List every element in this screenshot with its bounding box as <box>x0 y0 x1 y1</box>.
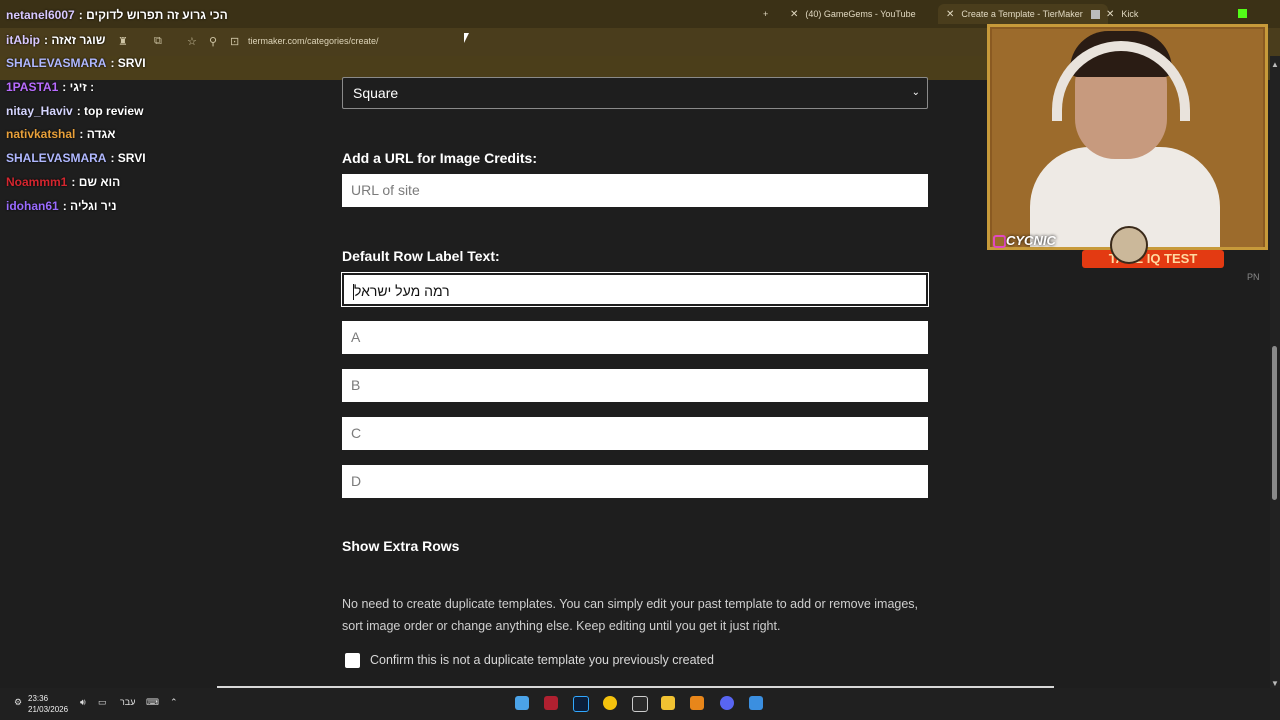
row-input-b[interactable]: B <box>342 369 928 402</box>
volume-icon[interactable]: 🔊︎ <box>80 697 86 708</box>
chevron-down-icon: ⌄ <box>911 87 920 98</box>
scroll-down-icon[interactable]: ▼ <box>1271 679 1279 688</box>
extensions-icon[interactable]: ♜ <box>118 35 128 48</box>
keyboard-icon[interactable]: ⌨ <box>146 697 159 708</box>
windows-start-icon[interactable] <box>749 696 763 710</box>
weather-icon[interactable]: ⚙ <box>14 697 22 708</box>
tab-tiermaker[interactable]: ✕ Create a Template - TierMaker <box>938 4 1108 24</box>
duplicate-note: No need to create duplicate templates. Y… <box>342 597 919 633</box>
bookmark-star-icon[interactable]: ☆ <box>187 35 197 48</box>
tiermaker-icon <box>1090 10 1100 20</box>
chrome-icon[interactable] <box>603 696 617 710</box>
chat-message: SHALEVASMARA: SRVI <box>6 151 146 165</box>
row-input-c[interactable]: C <box>342 417 928 450</box>
close-icon[interactable]: ✕ <box>1106 9 1114 20</box>
language-indicator[interactable]: עבר <box>120 697 135 707</box>
corner-label: PN <box>1247 272 1260 282</box>
scrollbar-thumb[interactable] <box>1272 346 1277 500</box>
chat-message: 1PASTA1: זיגי : <box>6 80 95 94</box>
site-info-icon[interactable]: ⊡ <box>230 35 239 48</box>
discord-icon[interactable] <box>720 696 734 710</box>
image-credits-input[interactable]: URL of site <box>342 174 928 207</box>
image-credits-label: Add a URL for Image Credits: <box>342 150 537 166</box>
shape-select-value: Square <box>353 85 399 101</box>
taskbar-clock[interactable]: 23:36 21/03/2026 <box>28 693 68 715</box>
file-explorer-icon[interactable] <box>661 696 675 710</box>
folder-icon[interactable] <box>690 696 704 710</box>
epic-games-icon[interactable] <box>632 696 648 712</box>
close-icon[interactable]: ✕ <box>946 9 954 20</box>
row-input-d[interactable]: D <box>342 465 928 498</box>
row-input-a[interactable]: A <box>342 321 928 354</box>
tab-kick-label: Kick <box>1121 9 1139 19</box>
confirm-label: Confirm this is not a duplicate template… <box>370 653 714 667</box>
tab-kick[interactable]: ✕ Kick <box>1106 4 1138 24</box>
tab-youtube[interactable]: ✕ (40) GameGems - YouTube <box>790 4 953 24</box>
new-tab-button[interactable]: + <box>763 4 768 24</box>
default-row-input[interactable]: רמה מעל ישראל <box>341 272 929 307</box>
webcam-feed <box>987 24 1268 250</box>
tab-youtube-label: (40) GameGems - YouTube <box>805 9 916 19</box>
url-field[interactable]: tiermaker.com/categories/create/ <box>248 36 379 46</box>
notepad-icon[interactable] <box>515 696 529 710</box>
zoom-icon[interactable]: ⚲ <box>209 35 217 48</box>
page-scrollbar[interactable]: ▲ ▼ <box>1270 56 1280 688</box>
chat-message: SHALEVASMARA: SRVI <box>6 56 146 70</box>
iq-test-banner: TAKE IQ TEST <box>1082 250 1224 268</box>
scroll-up-icon[interactable]: ▲ <box>1271 60 1279 69</box>
chevron-up-icon[interactable]: ⌃ <box>170 697 178 708</box>
chat-message: nitay_Haviv: top review <box>6 104 144 118</box>
chat-message: idohan61: ניר וגליה <box>6 199 117 213</box>
mouse-cursor-icon <box>464 33 472 43</box>
share-icon[interactable]: ⧉ <box>154 35 162 48</box>
confirm-row[interactable]: Confirm this is not a duplicate template… <box>345 653 714 669</box>
network-icon[interactable]: ▭ <box>98 697 107 708</box>
chat-message: nativkatshal: אגדה <box>6 127 116 141</box>
default-row-label: Default Row Label Text: <box>342 248 500 264</box>
kick-icon <box>1238 9 1247 18</box>
confirm-checkbox[interactable] <box>345 653 360 669</box>
default-row-input-value: רמה מעל ישראל <box>353 283 450 301</box>
shape-select[interactable]: Square ⌄ <box>342 77 928 109</box>
show-extra-rows-toggle[interactable]: Show Extra Rows <box>342 538 459 554</box>
chat-message: Noammm1: הוא שם <box>6 175 121 189</box>
chat-message: itAbip: שוגר זאזה <box>6 33 106 47</box>
pug-mascot-icon <box>1110 226 1148 264</box>
photoshop-icon[interactable] <box>573 696 589 712</box>
chat-message: netanel6007: הכי גרוע זה תפרוש לדוקים <box>6 8 228 22</box>
streamer-name: CYCNIC <box>1006 233 1056 248</box>
close-icon[interactable]: ✕ <box>790 9 798 20</box>
game-app-icon[interactable] <box>544 696 558 710</box>
instagram-icon <box>993 235 1006 248</box>
tab-tiermaker-label: Create a Template - TierMaker <box>961 9 1083 19</box>
windows-taskbar: ⚙ 23:36 21/03/2026 🔊︎ ▭ עבר ⌨ ⌃ <box>0 688 1280 720</box>
